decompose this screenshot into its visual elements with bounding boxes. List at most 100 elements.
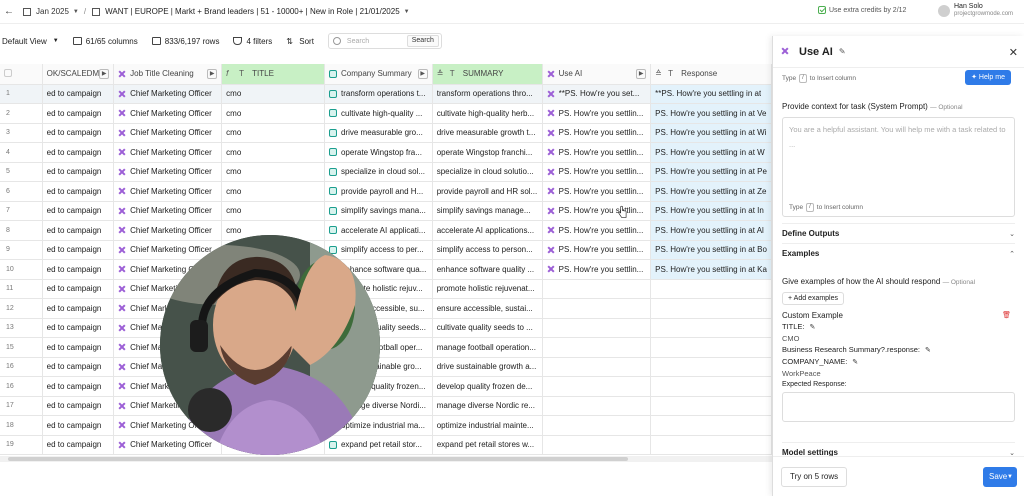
table-cell-e[interactable]: drive sustainable growth a... bbox=[432, 357, 543, 377]
table-row[interactable]: 10ed to campaignChief Marketing Officerc… bbox=[0, 259, 772, 280]
add-examples-button[interactable]: + Add examples bbox=[782, 292, 845, 305]
table-cell-n[interactable]: 4 bbox=[0, 142, 43, 163]
table-cell-d[interactable]: cultivate high-quality ... bbox=[324, 103, 433, 124]
table-cell-b[interactable]: Chief Marketing Officer bbox=[113, 435, 223, 455]
table-row[interactable]: 7 ed to campaign Chief Marketing Officer cm… bbox=[0, 201, 772, 221]
table-title[interactable]: WANT | EUROPE | Markt + Brand leaders | … bbox=[105, 7, 400, 16]
trash-icon[interactable]: 🗑 bbox=[1002, 311, 1011, 319]
table-cell-n[interactable]: 5 bbox=[0, 162, 43, 182]
table-row[interactable]: 19ed to campaignChief Marketing Officerc… bbox=[0, 435, 772, 455]
checkbox-icon[interactable] bbox=[818, 6, 826, 14]
table-cell-f[interactable]: PS. How're you settlin... bbox=[542, 162, 652, 182]
table-cell-a[interactable]: ed to campaign bbox=[42, 181, 115, 202]
table-cell-e[interactable]: drive measurable growth t... bbox=[432, 123, 543, 143]
table-cell-b[interactable]: Chief Marketing Officer bbox=[113, 84, 223, 104]
table-cell-f[interactable]: PS. How're you settlin... bbox=[542, 123, 652, 143]
table-cell-g[interactable]: PS. How're you settling in at Wi bbox=[650, 123, 772, 143]
table-cell-n[interactable]: 8 bbox=[0, 220, 43, 241]
play-icon[interactable]: ▶ bbox=[417, 68, 428, 79]
table-cell-f[interactable]: PS. How're you settlin... bbox=[542, 142, 652, 163]
table-cell-a[interactable]: ed to campaign bbox=[42, 279, 115, 299]
table-cell-g[interactable] bbox=[650, 357, 772, 377]
chevron-down-icon[interactable]: ▼ bbox=[1007, 467, 1013, 487]
table-row[interactable]: 17ed to campaignChief Marketing Officerc… bbox=[0, 396, 772, 416]
table-cell-e[interactable]: promote holistic rejuvenat... bbox=[432, 279, 543, 299]
table-cell-a[interactable]: ed to campaign bbox=[42, 298, 115, 319]
search-box[interactable]: Search Search bbox=[327, 33, 442, 49]
table-cell-g[interactable]: PS. How're you settling in at Ze bbox=[650, 181, 772, 202]
table-cell-d[interactable]: specialize in cloud sol... bbox=[324, 162, 433, 182]
table-cell-c[interactable]: cmo bbox=[221, 201, 325, 221]
table-cell-a[interactable]: ed to campaign bbox=[42, 162, 115, 182]
table-cell-a[interactable]: ed to campaign bbox=[42, 259, 115, 280]
table-cell-g[interactable] bbox=[650, 298, 772, 319]
table-cell-c[interactable]: cmo bbox=[221, 84, 325, 104]
table-cell-a[interactable]: ed to campaign bbox=[42, 103, 115, 124]
table-cell-f[interactable]: PS. How're you settlin... bbox=[542, 259, 652, 280]
column-header-title[interactable]: f T TITLE bbox=[221, 64, 325, 85]
table-row[interactable]: 16ed to campaignChief Marketing Officerc… bbox=[0, 376, 772, 397]
table-cell-c[interactable]: cmo bbox=[221, 123, 325, 143]
table-cell-d[interactable]: operate Wingstop fra... bbox=[324, 142, 433, 163]
column-header-summary[interactable]: ≙ T SUMMARY bbox=[432, 64, 543, 85]
expected-response-textarea[interactable] bbox=[782, 392, 1015, 422]
table-cell-e[interactable]: operate Wingstop franchi... bbox=[432, 142, 543, 163]
play-icon[interactable]: ▶ bbox=[636, 68, 647, 79]
edit-icon[interactable]: ✎ bbox=[839, 47, 846, 56]
table-cell-n[interactable]: 12 bbox=[0, 298, 43, 319]
table-cell-f[interactable] bbox=[542, 357, 652, 377]
table-cell-a[interactable]: ed to campaign bbox=[42, 337, 115, 358]
table-cell-a[interactable]: ed to campaign bbox=[42, 240, 115, 260]
table-cell-e[interactable]: provide payroll and HR sol... bbox=[432, 181, 543, 202]
table-cell-a[interactable]: ed to campaign bbox=[42, 435, 115, 455]
table-cell-g[interactable] bbox=[650, 279, 772, 299]
help-me-button[interactable]: ✦ Help me bbox=[965, 70, 1011, 85]
chevron-down-icon[interactable]: ▼ bbox=[73, 9, 79, 15]
examples-section[interactable]: Examples ⌃ bbox=[782, 243, 1015, 263]
table-cell-g[interactable]: PS. How're you settling in at Ka bbox=[650, 259, 772, 280]
table-cell-b[interactable]: Chief Marketing Officer bbox=[113, 220, 223, 241]
table-cell-f[interactable] bbox=[542, 415, 652, 436]
scrollbar-thumb[interactable] bbox=[8, 457, 628, 461]
table-cell-d[interactable]: expand pet retail stor... bbox=[324, 435, 433, 455]
table-cell-n[interactable]: 2 bbox=[0, 103, 43, 124]
table-cell-n[interactable]: 10 bbox=[0, 259, 43, 280]
table-cell-f[interactable] bbox=[542, 396, 652, 416]
pencil-icon[interactable]: ✎ bbox=[810, 323, 816, 331]
table-cell-n[interactable]: 9 bbox=[0, 240, 43, 260]
table-cell-a[interactable]: ed to campaign bbox=[42, 123, 115, 143]
play-icon[interactable]: ▶ bbox=[99, 68, 110, 79]
table-row[interactable]: 13ed to campaignChief Marketing Officerc… bbox=[0, 318, 772, 338]
table-cell-e[interactable]: expand pet retail stores w... bbox=[432, 435, 543, 455]
table-cell-e[interactable]: transform operations thro... bbox=[432, 84, 543, 104]
table-cell-g[interactable] bbox=[650, 337, 772, 358]
table-cell-g[interactable]: PS. How're you settling in at Pe bbox=[650, 162, 772, 182]
table-cell-f[interactable]: **PS. How're you set... bbox=[542, 84, 652, 104]
table-cell-b[interactable]: Chief Marketing Officer bbox=[113, 103, 223, 124]
table-cell-c[interactable]: cmo bbox=[221, 162, 325, 182]
table-cell-f[interactable]: PS. How're you settlin... bbox=[542, 201, 652, 221]
horizontal-scrollbar[interactable] bbox=[0, 456, 772, 462]
search-button[interactable]: Search bbox=[406, 35, 439, 47]
table-cell-d[interactable]: simplify savings mana... bbox=[324, 201, 433, 221]
table-row[interactable]: 11ed to campaignChief Marketing Officerc… bbox=[0, 279, 772, 299]
table-cell-e[interactable]: simplify savings manage... bbox=[432, 201, 543, 221]
table-cell-d[interactable]: transform operations t... bbox=[324, 84, 433, 104]
table-cell-a[interactable]: ed to campaign bbox=[42, 142, 115, 163]
table-cell-b[interactable]: Chief Marketing Officer bbox=[113, 162, 223, 182]
filters-button[interactable]: 4 filters bbox=[233, 37, 272, 46]
table-cell-a[interactable]: ed to campaign bbox=[42, 220, 115, 241]
table-cell-e[interactable]: manage diverse Nordic re... bbox=[432, 396, 543, 416]
table-row[interactable]: 1 ed to campaign Chief Marketing Officer cm… bbox=[0, 84, 772, 104]
table-cell-n[interactable]: 3 bbox=[0, 123, 43, 143]
table-cell-a[interactable]: ed to campaign bbox=[42, 84, 115, 104]
table-cell-g[interactable]: PS. How're you settling in at Ve bbox=[650, 103, 772, 124]
table-cell-n[interactable]: 16 bbox=[0, 376, 43, 397]
table-cell-n[interactable]: 13 bbox=[0, 318, 43, 338]
table-row[interactable]: 12ed to campaignChief Marketing Officerc… bbox=[0, 298, 772, 319]
table-cell-f[interactable] bbox=[542, 435, 652, 455]
table-cell-c[interactable]: cmo bbox=[221, 181, 325, 202]
table-cell-g[interactable] bbox=[650, 435, 772, 455]
table-cell-g[interactable] bbox=[650, 396, 772, 416]
extra-credits-toggle[interactable]: Use extra credits by 2/12 bbox=[818, 6, 906, 14]
